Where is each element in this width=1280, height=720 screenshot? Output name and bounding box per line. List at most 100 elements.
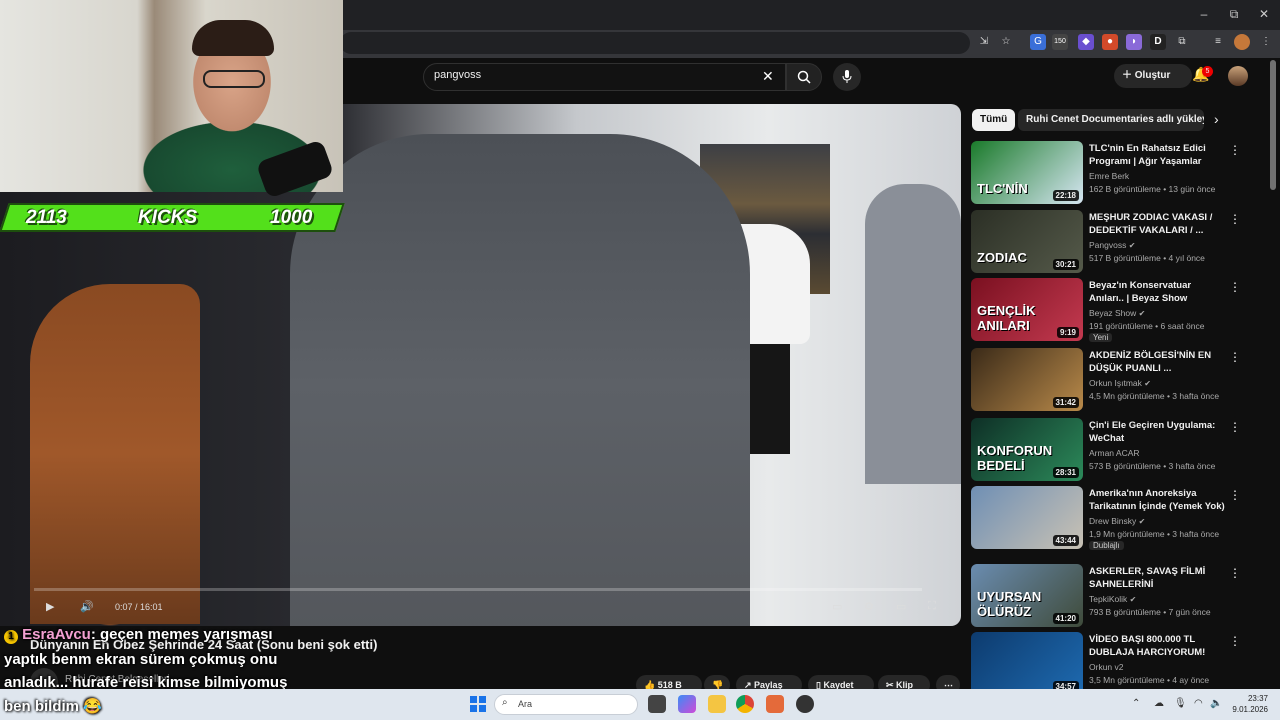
- recommendation-card[interactable]: 34:57 VİDEO BAŞI 800.000 TL DUBLAJA HARCI…: [971, 632, 1251, 696]
- recommendation-title[interactable]: Amerika'nın Anoreksiya Tarikatının İçind…: [1089, 487, 1225, 513]
- video-progress-bar[interactable]: [34, 588, 922, 591]
- install-app-icon[interactable]: ⇲: [976, 34, 992, 50]
- recommendation-card[interactable]: TLC'NİN 22:18 TLC'nin En Rahatsız Edici Pr…: [971, 141, 1251, 205]
- profile-icon[interactable]: [1234, 34, 1250, 50]
- minimize-button[interactable]: –: [1196, 6, 1212, 22]
- microphone-icon: [842, 70, 852, 83]
- d-extension-icon[interactable]: D: [1150, 34, 1166, 50]
- recommendation-card[interactable]: KONFORUN BEDELİ 28:31 Çin'i Ele Geçiren Uy…: [971, 418, 1251, 482]
- wifi-icon[interactable]: ◠: [1194, 698, 1203, 709]
- thumbnail-text: TLC'NİN: [977, 181, 1028, 196]
- recommendation-channel[interactable]: Pangvoss ✔: [1089, 240, 1135, 250]
- chip-all[interactable]: Tümü: [972, 109, 1016, 131]
- close-button[interactable]: ✕: [1256, 6, 1272, 22]
- chip-channel[interactable]: Ruhi Cenet Documentaries adlı yükleyicid…: [1018, 109, 1204, 131]
- chrome-icon[interactable]: [736, 695, 754, 713]
- volume-icon[interactable]: 🔊: [80, 600, 94, 613]
- recommendation-title[interactable]: ASKERLER, SAVAŞ FİLMİ SAHNELERİNİ YORUML…: [1089, 565, 1225, 592]
- more-options-icon[interactable]: ⋮: [1229, 212, 1241, 226]
- recommendation-card[interactable]: GENÇLİK ANILARI 9:19 Beyaz'ın Konservatuar…: [971, 278, 1251, 342]
- video-thumbnail[interactable]: ZODIAC 30:21: [971, 210, 1083, 273]
- clear-search-icon[interactable]: ✕: [762, 68, 774, 85]
- more-options-icon[interactable]: ⋮: [1229, 634, 1241, 648]
- recommendation-title[interactable]: AKDENİZ BÖLGESİ'NİN EN DÜŞÜK PUANLI ...: [1089, 349, 1225, 375]
- recommendation-card[interactable]: 43:44 Amerika'nın Anoreksiya Tarikatının …: [971, 486, 1251, 550]
- more-options-icon[interactable]: ⋮: [1229, 350, 1241, 364]
- video-thumbnail[interactable]: TLC'NİN 22:18: [971, 141, 1083, 204]
- recommendation-card[interactable]: UYURSAN ÖLÜRÜZ 41:20 ASKERLER, SAVAŞ FİLMİ…: [971, 564, 1251, 628]
- search-button[interactable]: [786, 63, 822, 91]
- create-button[interactable]: ＋ Oluştur: [1114, 64, 1192, 88]
- rank-badge: 1: [4, 630, 18, 644]
- video-thumbnail[interactable]: 43:44: [971, 486, 1083, 549]
- play-icon[interactable]: ▶: [46, 600, 54, 613]
- translate-extension-icon[interactable]: G: [1030, 34, 1046, 50]
- chat-text-4: ben bildim 😂: [4, 698, 102, 715]
- theater-mode-icon[interactable]: ▭: [896, 600, 906, 613]
- video-thumbnail[interactable]: 34:57: [971, 632, 1083, 695]
- browser-menu-icon[interactable]: ⋮: [1258, 34, 1274, 50]
- notifications-badge: 5: [1202, 66, 1213, 77]
- shield-extension-icon[interactable]: ◆: [1078, 34, 1094, 50]
- task-view-icon[interactable]: [648, 695, 666, 713]
- chevron-right-icon[interactable]: ›: [1214, 111, 1219, 127]
- video-thumbnail[interactable]: GENÇLİK ANILARI 9:19: [971, 278, 1083, 341]
- more-options-icon[interactable]: ⋮: [1229, 566, 1241, 580]
- recommendation-channel[interactable]: Orkun v2: [1089, 662, 1124, 672]
- recommendation-channel[interactable]: Emre Berk: [1089, 171, 1129, 181]
- recommendation-title[interactable]: VİDEO BAŞI 800.000 TL DUBLAJA HARCIYORUM…: [1089, 633, 1225, 660]
- maximize-button[interactable]: ⧉: [1226, 6, 1242, 22]
- windows-taskbar: [0, 689, 1280, 720]
- voice-search-button[interactable]: [833, 63, 861, 91]
- extension-counter-icon[interactable]: 150: [1052, 34, 1068, 50]
- recommendation-channel[interactable]: TepkiKolik ✔: [1089, 594, 1136, 604]
- taskbar-search[interactable]: [494, 694, 638, 715]
- video-thumbnail[interactable]: UYURSAN ÖLÜRÜZ 41:20: [971, 564, 1083, 627]
- more-options-icon[interactable]: ⋮: [1229, 280, 1241, 294]
- recommendation-card[interactable]: ZODIAC 30:21 MEŞHUR ZODIAC VAKASI / DEDEKT…: [971, 210, 1251, 274]
- windows-start-icon[interactable]: [470, 696, 486, 712]
- speaker-icon[interactable]: 🔈: [1210, 698, 1222, 709]
- recommendation-title[interactable]: Beyaz'ın Konservatuar Anıları.. | Beyaz …: [1089, 279, 1225, 305]
- microphone-tray-icon[interactable]: 🎙: [1174, 698, 1187, 709]
- thumbnail-text: ZODIAC: [977, 250, 1027, 265]
- recommendation-channel[interactable]: Arman ACAR: [1089, 448, 1140, 458]
- clock-date: 9.01.2026: [1232, 705, 1268, 714]
- fox-extension-icon[interactable]: ●: [1102, 34, 1118, 50]
- channel-name: TepkiKolik: [1089, 594, 1128, 604]
- search-input-value[interactable]: pangvoss: [434, 69, 481, 81]
- recommendation-title[interactable]: MEŞHUR ZODIAC VAKASI / DEDEKTİF VAKALARI…: [1089, 211, 1225, 237]
- subtitles-icon[interactable]: ▭: [832, 600, 842, 613]
- account-avatar[interactable]: [1228, 66, 1248, 86]
- more-options-icon[interactable]: ⋮: [1229, 420, 1241, 434]
- more-options-icon[interactable]: ⋮: [1229, 488, 1241, 502]
- address-bar[interactable]: [340, 32, 970, 54]
- fullscreen-icon[interactable]: ⛶: [928, 600, 936, 613]
- recommendation-channel[interactable]: Beyaz Show ✔: [1089, 308, 1145, 318]
- recommendation-title[interactable]: Çin'i Ele Geçiren Uygulama: WeChat: [1089, 419, 1225, 445]
- copilot-icon[interactable]: [678, 695, 696, 713]
- tray-chevron-up-icon[interactable]: ⌃: [1132, 698, 1140, 709]
- purple-extension-icon[interactable]: ◗: [1126, 34, 1142, 50]
- recommendation-card[interactable]: 31:42 AKDENİZ BÖLGESİ'NİN EN DÜŞÜK PUANLI…: [971, 348, 1251, 412]
- plus-icon: ＋: [1122, 70, 1135, 81]
- kicks-label: KICKS: [138, 207, 198, 228]
- recommendation-channel[interactable]: Orkun Işıtmak ✔: [1089, 378, 1151, 388]
- recommendation-title[interactable]: TLC'nin En Rahatsız Edici Programı | Ağı…: [1089, 142, 1225, 168]
- file-explorer-icon[interactable]: [708, 695, 726, 713]
- scrollbar[interactable]: [1270, 60, 1276, 190]
- video-time: 0:07 / 16:01: [115, 602, 163, 612]
- more-options-icon[interactable]: ⋮: [1229, 143, 1241, 157]
- settings-gear-icon[interactable]: ⚙: [864, 600, 874, 613]
- onedrive-icon[interactable]: ☁: [1154, 698, 1164, 709]
- video-thumbnail[interactable]: KONFORUN BEDELİ 28:31: [971, 418, 1083, 481]
- recommendation-badge: Yeni: [1089, 333, 1113, 342]
- media-control-icon[interactable]: ≡: [1210, 34, 1226, 50]
- snipping-tool-icon[interactable]: [766, 695, 784, 713]
- obs-icon[interactable]: [796, 695, 814, 713]
- taskbar-clock[interactable]: 23:37 9.01.2026: [1228, 693, 1268, 715]
- bookmark-star-icon[interactable]: ☆: [998, 34, 1014, 50]
- video-thumbnail[interactable]: 31:42: [971, 348, 1083, 411]
- extensions-puzzle-icon[interactable]: ⧉: [1174, 34, 1190, 50]
- recommendation-channel[interactable]: Drew Binsky ✔: [1089, 516, 1145, 526]
